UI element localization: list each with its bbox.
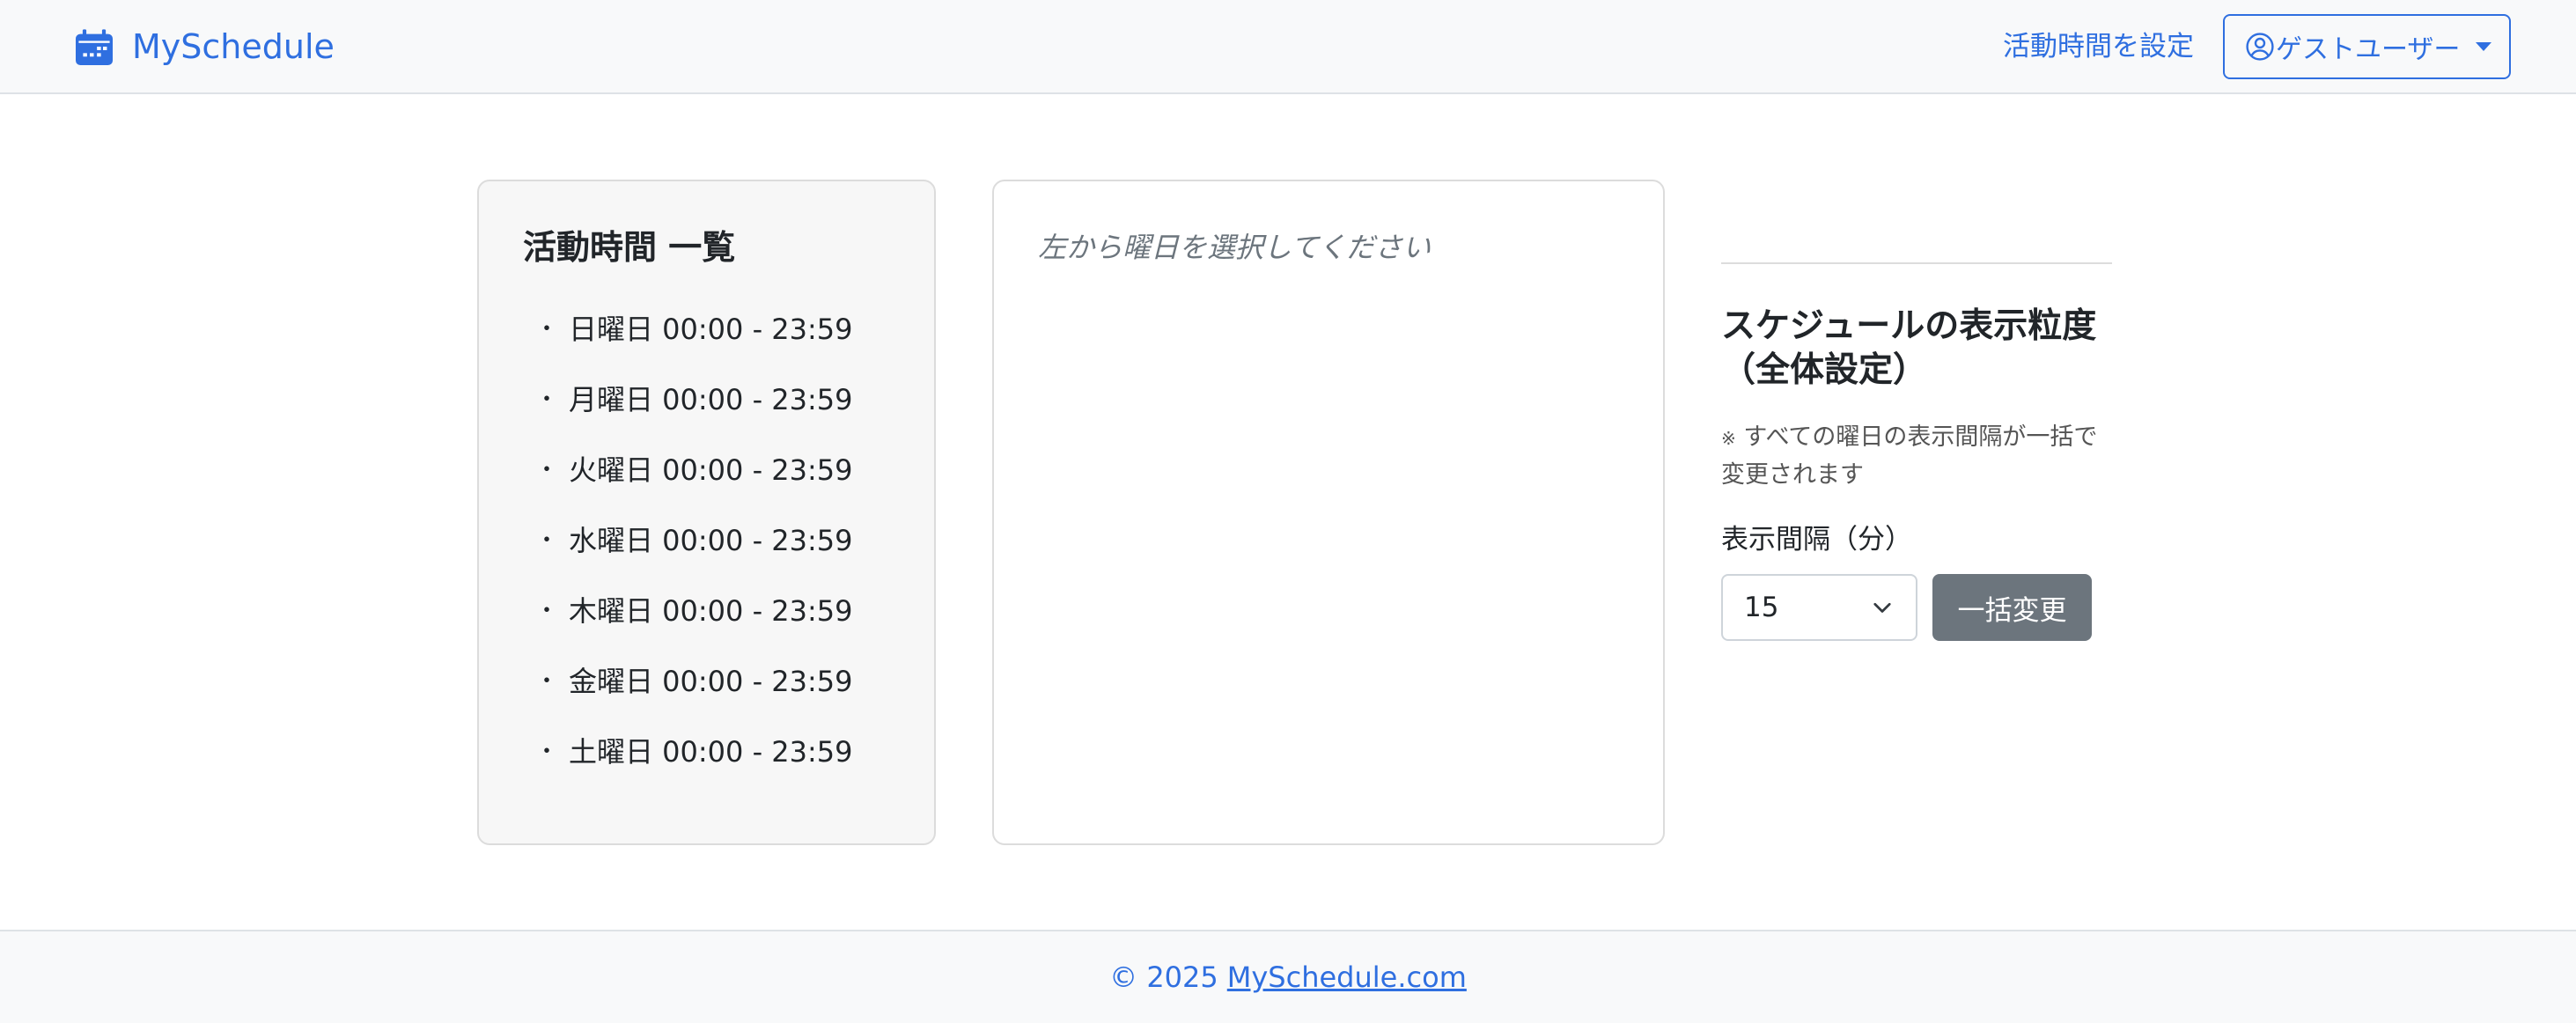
note-mark: ※ [1721,428,1736,449]
footer-copyright: © 2025 [1109,960,1218,994]
bullet: ・ [535,598,559,624]
bullet: ・ [535,457,559,483]
list-item-label: 木曜日 00:00 - 23:59 [569,594,853,628]
bullet: ・ [535,386,559,413]
display-settings-panel: スケジュールの表示粒度（全体設定） ※ すべての曜日の表示間隔が一括で変更されま… [1721,262,2112,641]
bullet: ・ [535,668,559,695]
bullet: ・ [535,316,559,342]
list-item-label: 日曜日 00:00 - 23:59 [569,313,853,346]
note-text: すべての曜日の表示間隔が一括で変更されます [1721,423,2098,489]
activity-list: ・日曜日 00:00 - 23:59 ・月曜日 00:00 - 23:59 ・火… [523,294,934,787]
settings-note: ※ すべての曜日の表示間隔が一括で変更されます [1721,419,2112,494]
list-item-label: 火曜日 00:00 - 23:59 [569,453,853,487]
list-item[interactable]: ・水曜日 00:00 - 23:59 [523,505,934,576]
apply-all-button[interactable]: 一括変更 [1932,574,2092,641]
list-item-label: 月曜日 00:00 - 23:59 [569,383,853,416]
list-item[interactable]: ・日曜日 00:00 - 23:59 [523,294,934,364]
settings-title: スケジュールの表示粒度（全体設定） [1721,306,2097,390]
user-menu-label: ゲストユーザー [2276,34,2461,65]
list-item[interactable]: ・土曜日 00:00 - 23:59 [523,717,934,787]
chevron-down-icon [1872,597,1893,618]
list-item[interactable]: ・火曜日 00:00 - 23:59 [523,435,934,505]
list-item-label: 土曜日 00:00 - 23:59 [569,735,853,769]
footer-site-link[interactable]: MySchedule.com [1227,960,1467,994]
caret-down-icon [2476,42,2492,51]
schedule-detail-card: 左から曜日を選択してください [992,180,1665,845]
interval-controls: 15 一括変更 [1721,574,2112,641]
bullet: ・ [535,527,559,554]
list-item-label: 金曜日 00:00 - 23:59 [569,665,853,698]
activity-settings-link[interactable]: 活動時間を設定 [2003,26,2194,67]
select-day-hint: 左から曜日を選択してください [1038,231,1432,264]
user-menu-button[interactable]: ゲストユーザー [2223,14,2511,79]
activity-list-title: 活動時間 一覧 [523,228,736,267]
footer: © 2025 MySchedule.com [0,930,2576,1023]
list-item[interactable]: ・木曜日 00:00 - 23:59 [523,576,934,646]
brand-text: MySchedule [132,27,335,66]
list-item[interactable]: ・金曜日 00:00 - 23:59 [523,646,934,717]
activity-list-card: 活動時間 一覧 ・日曜日 00:00 - 23:59 ・月曜日 00:00 - … [477,180,936,845]
list-item-label: 水曜日 00:00 - 23:59 [569,524,853,557]
interval-select[interactable]: 15 [1721,574,1917,641]
list-item[interactable]: ・月曜日 00:00 - 23:59 [523,364,934,435]
navbar: MySchedule 活動時間を設定 ゲストユーザー [0,0,2576,94]
calendar-icon [76,28,113,65]
interval-select-value: 15 [1744,592,1779,623]
interval-label: 表示間隔（分） [1721,524,1912,556]
divider [1721,262,2112,264]
brand-link[interactable]: MySchedule [76,25,335,69]
bullet: ・ [535,739,559,765]
person-circle-icon [2246,33,2276,61]
